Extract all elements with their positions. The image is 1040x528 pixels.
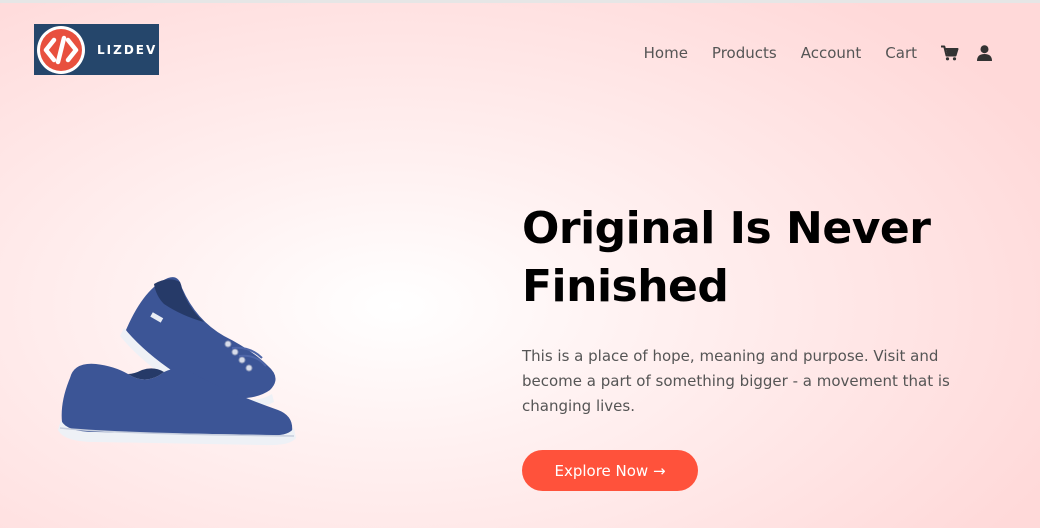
hero-title-line2: Finished <box>522 261 729 312</box>
cart-icon[interactable] <box>941 45 959 61</box>
hero-description: This is a place of hope, meaning and pur… <box>522 347 950 415</box>
main-nav: Home Products Account Cart <box>644 42 992 64</box>
hero-title: Original Is Never Finished <box>522 200 1002 316</box>
explore-now-button[interactable]: Explore Now → <box>522 450 698 491</box>
user-icon[interactable] <box>977 45 992 61</box>
site-logo[interactable]: LIZDEV <box>34 24 159 75</box>
nav-home[interactable]: Home <box>644 44 688 62</box>
hero-section: Original Is Never Finished This is a pla… <box>522 200 1002 419</box>
nav-products[interactable]: Products <box>712 44 777 62</box>
hero-title-line1: Original Is Never <box>522 203 931 254</box>
top-border <box>0 0 1040 3</box>
nav-cart[interactable]: Cart <box>885 44 917 62</box>
code-brackets-icon <box>37 25 85 74</box>
logo-text: LIZDEV <box>97 42 158 57</box>
blue-sneakers-image <box>56 270 336 455</box>
nav-account[interactable]: Account <box>801 44 862 62</box>
